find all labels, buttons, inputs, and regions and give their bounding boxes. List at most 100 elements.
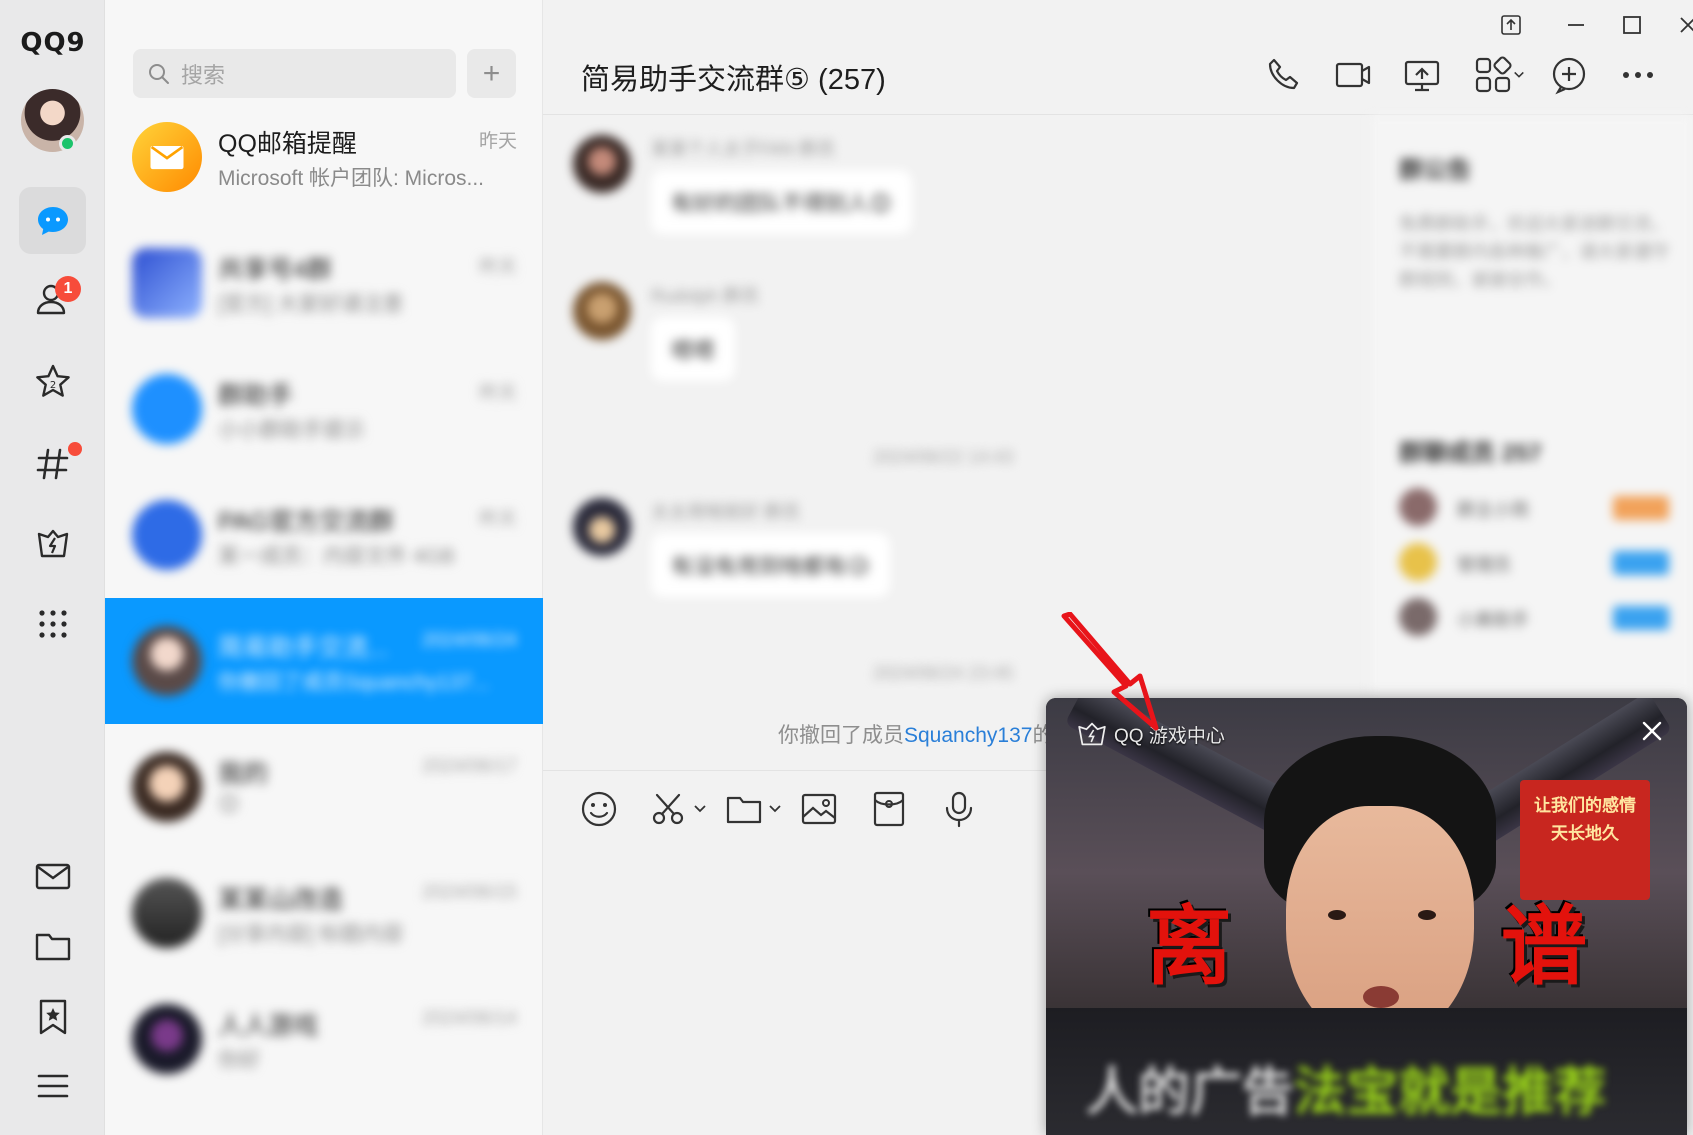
nav-bookmarks[interactable]: [19, 983, 86, 1050]
voice-message-button[interactable]: [939, 789, 979, 829]
conversation-avatar: [132, 500, 202, 570]
conversation-item[interactable]: 群助手 小小群助手提示 昨天: [105, 346, 543, 472]
conversation-preview: 你好: [218, 1049, 260, 1072]
qq-logo: QQ9: [20, 28, 86, 58]
member-row[interactable]: 群主小简: [1399, 488, 1669, 528]
sender-avatar[interactable]: [573, 498, 631, 556]
game-center-popup[interactable]: 让我们的感情 天长地久 离 谱 人的广告法宝就是推荐 QQ 游戏中心: [1046, 698, 1687, 1135]
pin-window-icon: [1501, 15, 1521, 35]
apps-button[interactable]: [1469, 52, 1529, 98]
red-arrow-annotation: [1061, 612, 1159, 731]
close-icon: [1642, 721, 1662, 741]
notice-title[interactable]: 群公告: [1399, 150, 1471, 185]
apps-grid-icon: [1475, 56, 1512, 93]
message-bubble[interactable]: 有好的团队不得别人😊: [651, 170, 912, 234]
person-mouth: [1363, 986, 1399, 1008]
member-row[interactable]: 小美助手: [1399, 598, 1669, 638]
conversation-item[interactable]: 人人游戏 你好 2024/06/14: [105, 976, 543, 1102]
microphone-icon: [945, 791, 973, 828]
sender-name: 某某个人太子FAN 群员: [651, 139, 836, 159]
add-member-button[interactable]: [1546, 52, 1592, 98]
close-window-button[interactable]: [1665, 8, 1693, 42]
bookmark-star-icon: [39, 999, 66, 1034]
chevron-down-icon: [1514, 71, 1524, 78]
member-role-tag: [1613, 551, 1669, 575]
conversation-item[interactable]: 我的 😊 2024/06/17: [105, 724, 543, 850]
contacts-badge: 1: [55, 276, 81, 302]
conversation-avatar: [132, 626, 202, 696]
mail-icon: [35, 863, 70, 889]
recalled-member-link[interactable]: Squanchy137: [904, 724, 1032, 747]
folder-icon: [726, 796, 762, 824]
voice-call-button[interactable]: [1261, 52, 1307, 98]
image-icon: [801, 793, 837, 825]
sender-avatar[interactable]: [573, 282, 631, 340]
subtitle-text-c: 就是推荐: [1398, 1064, 1607, 1122]
message-bubble[interactable]: 有没有用到啥都有😥: [651, 533, 890, 597]
sender-name: Rudolph 群员: [651, 286, 760, 306]
conversation-item-selected[interactable]: 简易助手交流... 你撤回了成员Squanchy137... 2024/06/2…: [105, 598, 543, 724]
conversation-time: 2024/06/14: [421, 1008, 517, 1029]
recall-notice: 你撤回了成员Squanchy137的: [778, 719, 1053, 749]
conversation-preview: 小小群助手提示: [218, 419, 365, 442]
nav-channels[interactable]: [19, 430, 86, 497]
sender-avatar[interactable]: [573, 135, 631, 193]
member-role-tag: [1613, 606, 1669, 630]
nav-mail[interactable]: [19, 842, 86, 909]
conversation-preview: 😊: [218, 793, 240, 816]
popup-close-button[interactable]: [1637, 716, 1667, 746]
member-name: 管理员: [1457, 555, 1511, 575]
chat-header: 简易助手交流群⑤ (257): [543, 0, 1693, 115]
video-camera-icon: [1335, 62, 1371, 88]
chat-title: 简易助手交流群⑤ (257): [581, 64, 886, 96]
star-icon: 2: [35, 364, 70, 397]
chat-bubble-icon: [37, 206, 68, 235]
emoji-button[interactable]: [579, 789, 619, 829]
conversation-time: 2024/06/24: [421, 630, 517, 651]
more-options-button[interactable]: [1615, 52, 1661, 98]
video-call-button[interactable]: [1330, 52, 1376, 98]
poster-text: 让我们的感情 天长地久: [1534, 796, 1636, 843]
message-bubble[interactable]: 嗯嗯: [651, 317, 736, 381]
add-button[interactable]: +: [467, 49, 516, 98]
send-image-button[interactable]: [799, 789, 839, 829]
screen-share-button[interactable]: [1399, 52, 1445, 98]
timestamp: 2024/06/22 14:43: [873, 447, 1014, 467]
red-packet-icon: [873, 791, 905, 827]
conversation-title: 共享号4群: [218, 256, 332, 284]
grid-dots-icon: [38, 609, 67, 638]
qq-window: QQ9 1 2 搜索 + QQ邮箱提醒 Microsoft 帐户团队: Micr…: [0, 0, 1693, 1135]
conversation-preview: 你撤回了成员Squanchy137...: [218, 671, 490, 694]
conversation-avatar: [132, 374, 202, 444]
conversation-time: 2024/06/17: [421, 756, 517, 777]
message-area: 某某个人太子FAN 群员 有好的团队不得别人😊 Rudolph 群员 嗯嗯 20…: [543, 115, 1343, 755]
nav-favorites[interactable]: 2: [19, 348, 86, 415]
members-title[interactable]: 群聊成员 257: [1399, 433, 1542, 468]
qq-mail-avatar: [132, 122, 202, 192]
nav-games[interactable]: [19, 510, 86, 577]
left-nav-rail: QQ9 1 2: [0, 0, 105, 1135]
nav-messages[interactable]: [19, 187, 86, 254]
send-file-button[interactable]: [724, 789, 782, 829]
conversation-item[interactable]: PAG官方交流群 某一成员：内容文件 4GB 昨天: [105, 472, 543, 598]
conversation-time: 昨天: [478, 131, 517, 152]
conversation-item[interactable]: QQ邮箱提醒 Microsoft 帐户团队: Micros... 昨天: [105, 94, 543, 220]
maximize-button[interactable]: [1609, 8, 1655, 42]
screenshot-button[interactable]: [649, 789, 707, 829]
pin-window-button[interactable]: [1488, 8, 1534, 42]
more-dots-icon: [1623, 72, 1653, 78]
conversation-item[interactable]: 共享号4群 [官方] 大家好请注意 昨天: [105, 220, 543, 346]
red-packet-button[interactable]: [869, 789, 909, 829]
subtitle-text-b: 法宝: [1294, 1064, 1399, 1122]
conversation-item[interactable]: 某某山改造 [分享内容] 标题内容 2024/06/15: [105, 850, 543, 976]
overlay-char-left: 离: [1146, 896, 1232, 997]
search-placeholder: 搜索: [181, 62, 226, 88]
nav-more-apps[interactable]: [19, 590, 86, 657]
add-circle-icon: [1552, 57, 1586, 95]
member-row[interactable]: 管理员: [1399, 543, 1669, 583]
screen-share-icon: [1404, 60, 1440, 92]
search-box[interactable]: 搜索: [133, 49, 456, 98]
nav-main-menu[interactable]: [19, 1052, 86, 1119]
nav-files[interactable]: [19, 912, 86, 979]
minimize-button[interactable]: [1553, 8, 1599, 42]
